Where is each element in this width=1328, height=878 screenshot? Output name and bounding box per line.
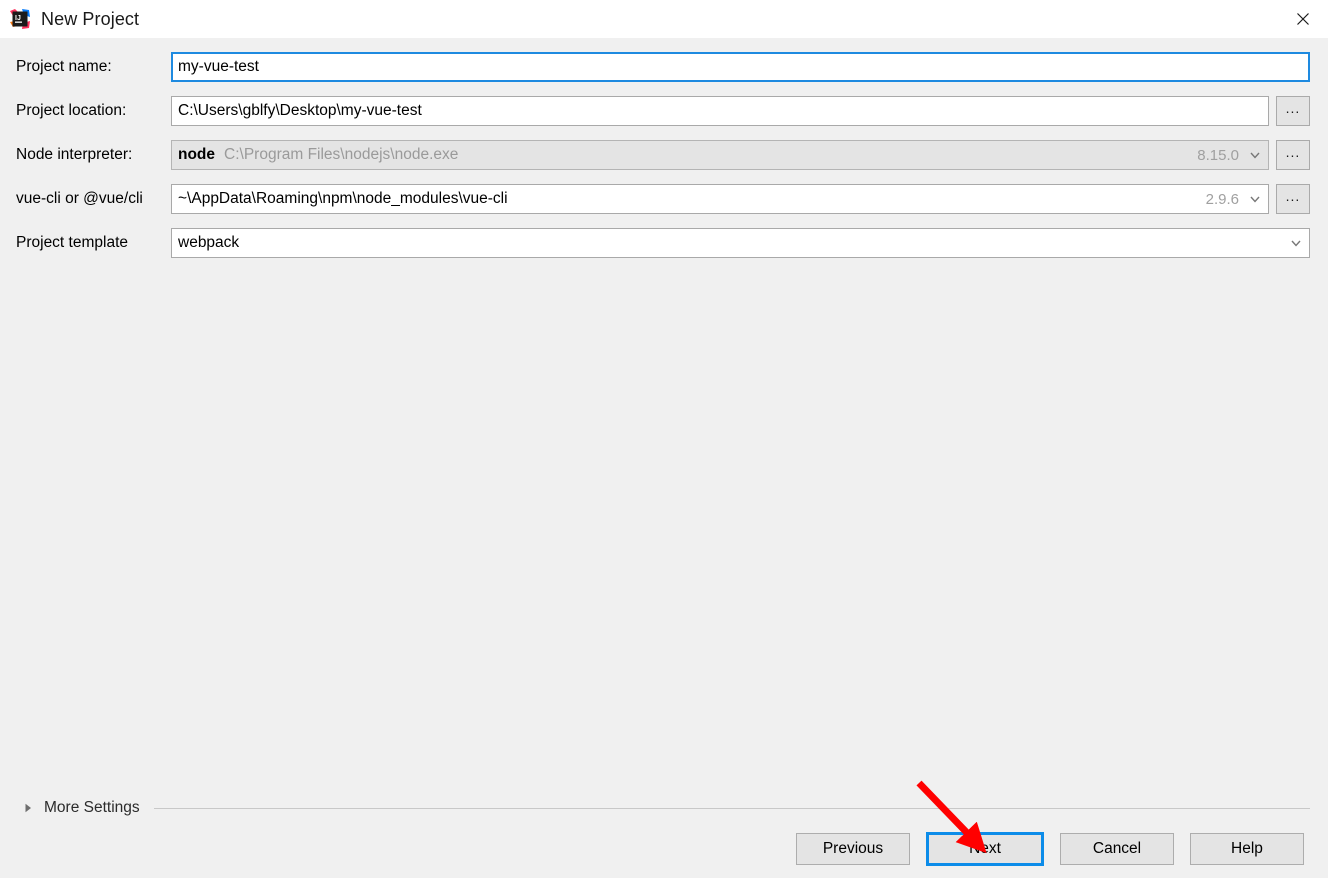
title-bar: IJ New Project bbox=[0, 0, 1328, 38]
node-interpreter-path: C:\Program Files\nodejs\node.exe bbox=[224, 146, 459, 163]
project-name-value: my-vue-test bbox=[178, 58, 259, 75]
node-interpreter-right-slot: 8.15.0 bbox=[1187, 147, 1262, 164]
svg-text:IJ: IJ bbox=[15, 15, 21, 22]
field-wrap-project-name: my-vue-test bbox=[171, 52, 1310, 82]
close-icon bbox=[1297, 13, 1309, 25]
help-button[interactable]: Help bbox=[1190, 833, 1304, 865]
field-wrap-vue-cli: ~\AppData\Roaming\npm\node_modules\vue-c… bbox=[171, 184, 1310, 214]
form-row-project-name: Project name: my-vue-test bbox=[16, 52, 1310, 82]
vue-cli-right-slot: 2.9.6 bbox=[1196, 191, 1262, 208]
label-project-template: Project template bbox=[16, 234, 128, 251]
vue-cli-input[interactable]: ~\AppData\Roaming\npm\node_modules\vue-c… bbox=[171, 184, 1269, 214]
label-vue-cli: vue-cli or @vue/cli bbox=[16, 190, 143, 207]
form-area: Project name: my-vue-test Project locati… bbox=[0, 38, 1328, 854]
more-settings-separator bbox=[153, 807, 1310, 809]
node-interpreter-browse-button[interactable]: ... bbox=[1276, 140, 1310, 170]
vue-cli-value: ~\AppData\Roaming\npm\node_modules\vue-c… bbox=[178, 190, 508, 207]
next-button[interactable]: Next bbox=[926, 832, 1044, 866]
project-name-input[interactable]: my-vue-test bbox=[171, 52, 1310, 82]
cancel-button[interactable]: Cancel bbox=[1060, 833, 1174, 865]
node-interpreter-input[interactable]: node C:\Program Files\nodejs\node.exe 8.… bbox=[171, 140, 1269, 170]
label-project-location: Project location: bbox=[16, 102, 127, 119]
project-location-value: C:\Users\gblfy\Desktop\my-vue-test bbox=[178, 102, 422, 119]
project-location-input[interactable]: C:\Users\gblfy\Desktop\my-vue-test bbox=[171, 96, 1269, 126]
field-wrap-node-interpreter: node C:\Program Files\nodejs\node.exe 8.… bbox=[171, 140, 1310, 170]
form-row-project-location: Project location: C:\Users\gblfy\Desktop… bbox=[16, 96, 1310, 126]
field-wrap-project-location: C:\Users\gblfy\Desktop\my-vue-test ... bbox=[171, 96, 1310, 126]
intellij-idea-icon: IJ bbox=[9, 8, 31, 30]
more-settings-section[interactable]: More Settings bbox=[22, 796, 1310, 820]
form-row-vue-cli: vue-cli or @vue/cli ~\AppData\Roaming\np… bbox=[16, 184, 1310, 214]
window-title: New Project bbox=[41, 8, 140, 29]
triangle-right-icon[interactable] bbox=[22, 802, 34, 814]
label-node-interpreter: Node interpreter: bbox=[16, 146, 133, 163]
more-settings-label: More Settings bbox=[44, 799, 140, 816]
project-template-select[interactable]: webpack bbox=[171, 228, 1310, 258]
form-row-node-interpreter: Node interpreter: node C:\Program Files\… bbox=[16, 140, 1310, 170]
node-interpreter-version: 8.15.0 bbox=[1197, 146, 1239, 164]
chevron-down-icon[interactable] bbox=[1248, 148, 1262, 162]
label-project-name: Project name: bbox=[16, 58, 112, 75]
chevron-down-icon[interactable] bbox=[1248, 192, 1262, 206]
vue-cli-browse-button[interactable]: ... bbox=[1276, 184, 1310, 214]
field-wrap-project-template: webpack bbox=[171, 228, 1310, 258]
dialog-button-bar: Previous Next Cancel Help bbox=[0, 820, 1328, 878]
close-button[interactable] bbox=[1278, 0, 1328, 38]
project-location-browse-button[interactable]: ... bbox=[1276, 96, 1310, 126]
previous-button[interactable]: Previous bbox=[796, 833, 910, 865]
new-project-dialog: IJ New Project Project name: my-vue-test… bbox=[0, 0, 1328, 878]
project-template-value: webpack bbox=[178, 234, 240, 251]
vue-cli-version: 2.9.6 bbox=[1205, 190, 1239, 208]
form-row-project-template: Project template webpack bbox=[16, 228, 1310, 258]
project-template-arrow[interactable] bbox=[1289, 236, 1303, 250]
node-interpreter-value: node bbox=[178, 146, 216, 163]
chevron-down-icon bbox=[1291, 240, 1301, 247]
